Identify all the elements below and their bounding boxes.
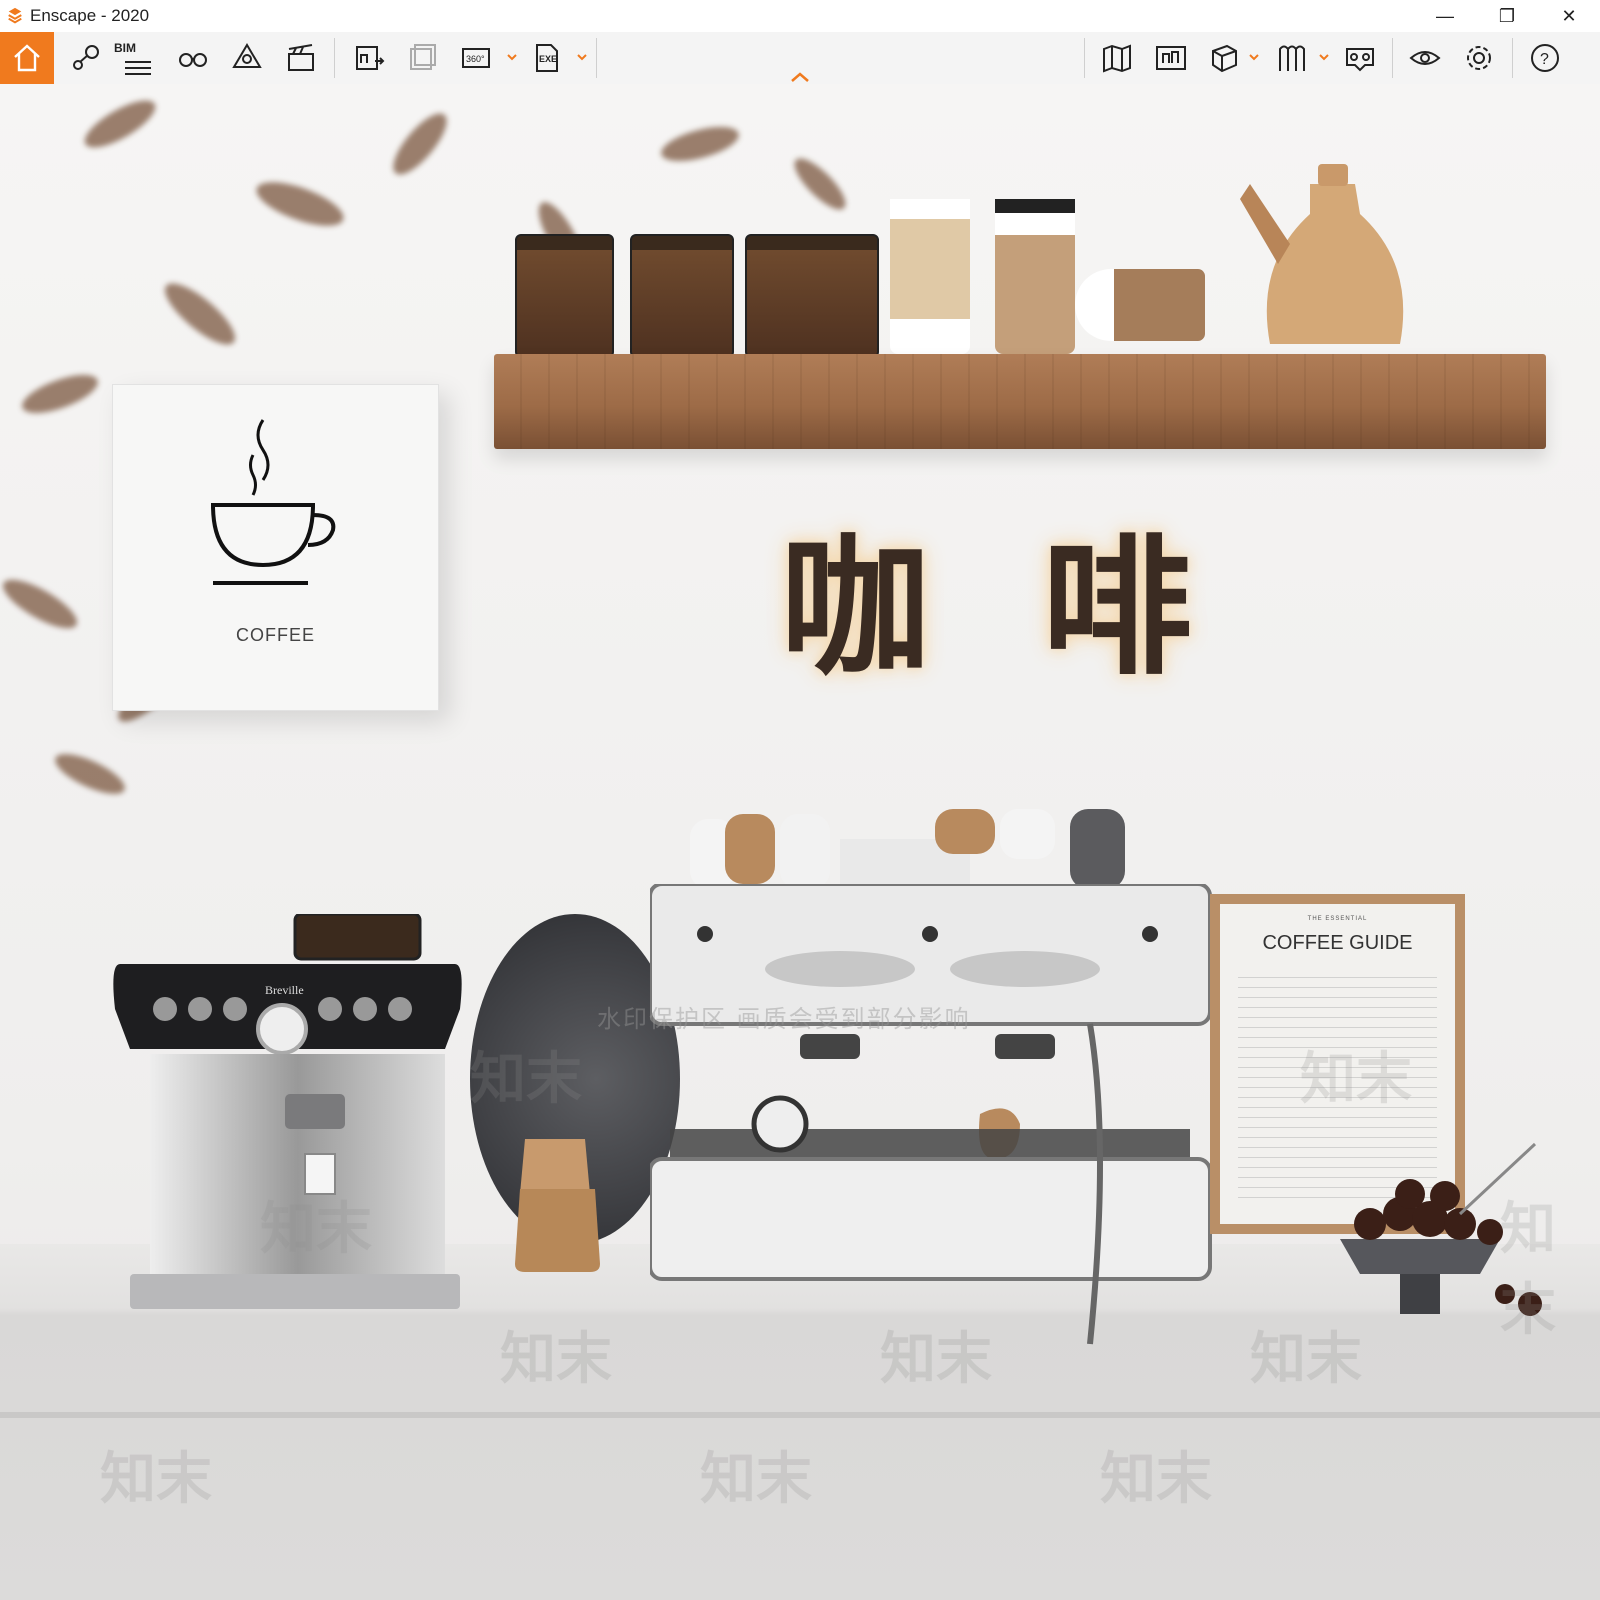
- home-button[interactable]: [0, 32, 54, 84]
- counter-edge: [0, 1412, 1600, 1418]
- watermark: 知末: [1300, 1047, 1412, 1112]
- watermark-notice: 水印保护区 画质会受到部分影响: [597, 1005, 971, 1033]
- coffee-jar: [630, 234, 734, 358]
- screenshot-button[interactable]: [346, 32, 394, 84]
- light-icon: [232, 43, 262, 68]
- clapper-icon: [288, 44, 314, 71]
- watermark: 知末: [1500, 1197, 1556, 1343]
- help-button[interactable]: ?: [1520, 32, 1570, 84]
- map-button[interactable]: [1092, 32, 1142, 84]
- window-title: Enscape - 2020: [30, 6, 150, 25]
- watermark: 知末: [880, 1327, 992, 1392]
- coffee-cup-icon: [210, 419, 336, 585]
- home-icon: [14, 44, 40, 72]
- pour-over-kettle: [1240, 164, 1404, 344]
- enscape-logo-icon: [8, 7, 22, 24]
- visual-settings-button[interactable]: [1400, 32, 1450, 84]
- views-icon: [1156, 46, 1186, 70]
- coffee-jar: [745, 234, 879, 358]
- tipped-cup: [1075, 269, 1205, 341]
- export-image-icon: [356, 46, 385, 70]
- bim-button[interactable]: BIM: [114, 32, 162, 84]
- asset-icon: [1279, 45, 1305, 71]
- fly-mode-button[interactable]: [168, 32, 218, 84]
- batch-render-button[interactable]: [400, 32, 448, 84]
- views-button[interactable]: [1146, 32, 1196, 84]
- watermark: 知末: [700, 1447, 812, 1512]
- chevron-down-icon[interactable]: [1248, 50, 1260, 64]
- watermark: 知末: [1250, 1327, 1362, 1392]
- chevron-down-icon[interactable]: [576, 50, 588, 64]
- watermark: 知末: [500, 1327, 612, 1392]
- exe-icon: EXE: [536, 44, 558, 72]
- svg-text:?: ?: [1540, 51, 1549, 68]
- light-view-button[interactable]: [222, 32, 272, 84]
- stacked-cups: [690, 809, 1125, 889]
- chevron-up-icon[interactable]: [788, 70, 812, 84]
- settings-icon: [1467, 46, 1491, 70]
- guide-kicker: THE ESSENTIAL: [1307, 916, 1368, 922]
- assets-button[interactable]: [1200, 32, 1248, 84]
- 360-icon: 360°: [462, 48, 490, 68]
- wooden-shelf: [494, 354, 1546, 449]
- watermark: 知末: [470, 1047, 582, 1112]
- chevron-down-icon[interactable]: [506, 50, 518, 64]
- espresso-machine-left: Breville: [113, 914, 462, 1309]
- neon-sign: 咖 啡: [780, 522, 1223, 696]
- location-button[interactable]: [60, 32, 110, 84]
- paper-cup: [995, 199, 1075, 354]
- help-icon: ?: [1531, 44, 1559, 72]
- restore-button[interactable]: ❐: [1476, 0, 1538, 32]
- bim-label: BIM: [114, 41, 136, 55]
- vr-icon: [1346, 48, 1374, 72]
- watermark: 知末: [100, 1447, 212, 1512]
- guide-title: COFFEE GUIDE: [1262, 932, 1413, 954]
- coffee-sign-panel: COFFEE: [112, 384, 439, 711]
- title-bar: Enscape - 2020 — ❐ ✕: [0, 0, 1600, 32]
- asset-library-button[interactable]: [1266, 32, 1316, 84]
- coffee-label: COFFEE: [235, 625, 315, 645]
- pin-icon: [73, 45, 99, 70]
- paper-cup: [890, 199, 970, 354]
- espresso-machine-main: [650, 884, 1212, 1345]
- svg-text:EXE: EXE: [539, 54, 557, 64]
- map-icon: [1103, 44, 1131, 73]
- chevron-down-icon[interactable]: [1318, 50, 1330, 64]
- svg-text:Breville: Breville: [265, 983, 304, 997]
- batch-render-icon: [410, 44, 436, 70]
- svg-text:360°: 360°: [466, 54, 485, 64]
- coffee-jar: [515, 234, 614, 358]
- vr-button[interactable]: [1336, 32, 1384, 84]
- watermark: 知末: [1100, 1447, 1212, 1512]
- minimize-button[interactable]: —: [1414, 0, 1476, 32]
- binoculars-icon: [179, 53, 207, 67]
- close-button[interactable]: ✕: [1538, 0, 1600, 32]
- watermark: 知末: [260, 1197, 372, 1262]
- exe-export-button[interactable]: EXE: [524, 32, 572, 84]
- cube-icon: [1212, 44, 1237, 73]
- render-viewport[interactable]: COFFEE 咖 啡 Breville THE ESSENTIAL COFFEE…: [0, 84, 1600, 1600]
- video-editor-button[interactable]: [276, 32, 326, 84]
- milk-pitchers: [515, 1139, 600, 1272]
- settings-button[interactable]: [1454, 32, 1504, 84]
- visual-settings-icon: [1409, 51, 1441, 65]
- panorama-button[interactable]: 360°: [454, 32, 502, 84]
